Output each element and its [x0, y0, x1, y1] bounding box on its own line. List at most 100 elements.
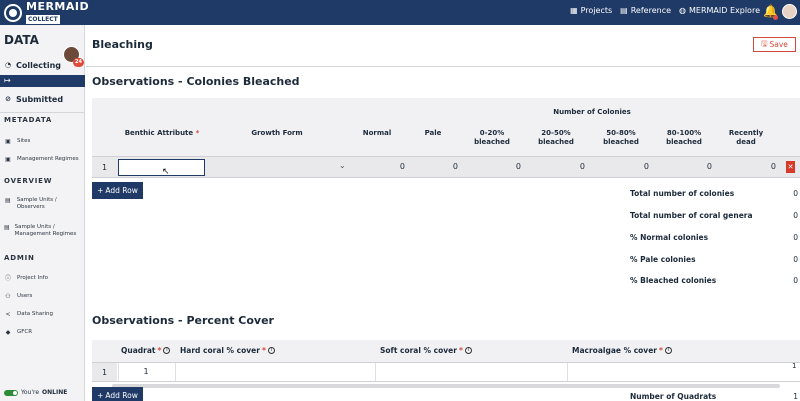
bleached-0-20-input[interactable]: 0 [491, 162, 521, 171]
soft-coral-input[interactable] [375, 363, 567, 381]
add-quadrat-row-button[interactable]: + Add Row [92, 387, 143, 401]
gfcr-icon: ◆ [5, 329, 11, 336]
delete-row-button[interactable]: ✕ [786, 161, 795, 173]
logo-subtitle: COLLECT [26, 14, 60, 24]
sites-icon: ▣ [5, 138, 11, 145]
collecting-active-record[interactable]: ↦ [0, 75, 85, 87]
sidebar-item-sample-units-management[interactable]: ▤ Sample Units / Management Regimes [4, 224, 84, 238]
macroalgae-label: Macroalgae % cover [572, 346, 657, 355]
notification-dot [773, 15, 778, 20]
sites-label: Sites [17, 138, 31, 144]
normal-percent-value: 0 [793, 233, 798, 242]
sidebar-item-collecting[interactable]: ◔ Collecting [0, 55, 85, 75]
online-prefix: You're [21, 389, 40, 396]
bleached-20-50-input[interactable]: 0 [555, 162, 585, 171]
save-button[interactable]: 🖫 Save [753, 37, 796, 52]
normal-input[interactable]: 0 [375, 162, 405, 171]
sidebar-item-management-regimes[interactable]: ▣ Management Regimes [4, 156, 84, 163]
number-of-colonies-header: Number of Colonies [553, 108, 631, 116]
row-number: 1 [92, 363, 117, 381]
add-row-button[interactable]: + Add Row [92, 182, 143, 199]
info-icon[interactable]: i [163, 347, 171, 354]
info-icon[interactable]: i [464, 347, 472, 354]
total-colonies-label: Total number of colonies [630, 189, 735, 198]
total-genera-value: 0 [793, 211, 798, 220]
plus-icon: + [97, 186, 104, 195]
info-icon[interactable]: i [267, 347, 275, 354]
pale-input[interactable]: 0 [428, 162, 458, 171]
online-status-label: ONLINE [42, 389, 68, 396]
sidebar-item-project-info[interactable]: ⓘ Project Info [4, 275, 84, 282]
users-label: Users [17, 293, 33, 299]
benthic-attribute-header: Benthic Attribute * [112, 129, 212, 138]
quadrat-label: Quadrat [121, 346, 156, 355]
top-bar: MERMAID COLLECT ▦ Projects ▤ Reference ◍… [0, 0, 800, 25]
save-label: Save [769, 40, 788, 49]
user-avatar[interactable] [782, 4, 797, 19]
colonies-section-title: Observations - Colonies Bleached [92, 75, 300, 88]
online-status[interactable]: You're ONLINE [4, 389, 67, 396]
nav-mermaid-explore[interactable]: ◍ MERMAID Explore [679, 6, 760, 15]
number-of-quadrats-label: Number of Quadrats [630, 392, 717, 401]
quadrat-header: Quadrat * i [121, 346, 171, 355]
mouse-cursor-icon: ↖ [162, 167, 170, 177]
pale-header: Pale [424, 129, 442, 137]
nav-projects-label: Projects [580, 6, 613, 15]
save-icon: 🖫 [761, 39, 768, 48]
normal-header: Normal [362, 129, 392, 137]
management-regimes-icon: ▣ [5, 156, 11, 163]
sidebar-title: DATA [4, 33, 39, 47]
sidebar-item-submitted[interactable]: ⊘ Submitted [0, 91, 85, 107]
table-row: 1 1 [92, 362, 800, 382]
info-icon: ⓘ [4, 275, 11, 282]
colonies-table-header: Number of Colonies Benthic Attribute * G… [92, 98, 800, 156]
nav-reference[interactable]: ▤ Reference [620, 6, 671, 15]
projects-icon: ▦ [570, 6, 578, 15]
sidebar-item-gfcr[interactable]: ◆ GFCR [4, 329, 84, 336]
required-marker: * [195, 129, 200, 137]
table-row: 1 ↖ ⌄ 0 0 0 0 0 0 0 ✕ [92, 156, 800, 178]
sample-units-management-icon: ▤ [4, 224, 10, 231]
percent-cover-table-header: Quadrat * i Hard coral % cover * i Soft co… [92, 340, 800, 362]
quadrat-input[interactable]: 1 [118, 363, 175, 381]
recently-dead-input[interactable]: 0 [746, 162, 776, 171]
sidebar-item-users[interactable]: ⚇ Users [4, 293, 84, 300]
sidebar-section-metadata: METADATA [4, 116, 53, 124]
sample-units-observers-label: Sample Units / Observers [16, 197, 57, 210]
sample-units-observers-icon: ▤ [5, 197, 11, 204]
growth-form-select[interactable]: ⌄ [339, 161, 346, 170]
close-icon: ✕ [787, 163, 794, 171]
bleached-50-80-input[interactable]: 0 [619, 162, 649, 171]
project-info-label: Project Info [17, 275, 48, 281]
plus-icon: + [97, 391, 104, 400]
logo-icon [4, 3, 22, 22]
sidebar-item-sites[interactable]: ▣ Sites [4, 138, 84, 145]
online-toggle[interactable] [4, 389, 18, 396]
required-marker: * [658, 346, 663, 355]
horizontal-scrollbar[interactable] [112, 384, 780, 388]
share-icon: < [5, 311, 11, 318]
logo-title: MERMAID [26, 0, 90, 13]
soft-coral-header: Soft coral % cover * i [380, 346, 472, 355]
nav-reference-label: Reference [630, 6, 672, 15]
number-of-quadrats-value: 1 [793, 392, 798, 401]
sidebar-section-overview: OVERVIEW [4, 177, 53, 185]
gfcr-label: GFCR [17, 329, 33, 335]
total-genera-label: Total number of coral genera [630, 211, 753, 220]
sidebar-item-sample-units-observers[interactable]: ▤ Sample Units / Observers [4, 197, 84, 211]
mermaid-logo[interactable]: MERMAID COLLECT [4, 0, 90, 24]
info-icon[interactable]: i [664, 347, 672, 354]
users-icon: ⚇ [5, 293, 11, 300]
sidebar: DATA 24 ◔ Collecting ↦ ⊘ Submitted METAD… [0, 25, 85, 401]
bleached-0-20-header: 0-20% bleached [474, 129, 510, 146]
hard-coral-input[interactable] [175, 363, 375, 381]
benthic-attribute-label: Benthic Attribute [124, 129, 194, 137]
total-colonies-value: 0 [793, 189, 798, 198]
hard-coral-label: Hard coral % cover [180, 346, 260, 355]
top-nav: ▦ Projects ▤ Reference ◍ MERMAID Explore [570, 6, 760, 15]
macroalgae-input[interactable] [567, 363, 787, 381]
nav-projects[interactable]: ▦ Projects [570, 6, 612, 15]
row-overflow-value: 1 [792, 362, 797, 370]
bleached-80-100-input[interactable]: 0 [682, 162, 712, 171]
sidebar-item-data-sharing[interactable]: < Data Sharing [4, 311, 84, 318]
